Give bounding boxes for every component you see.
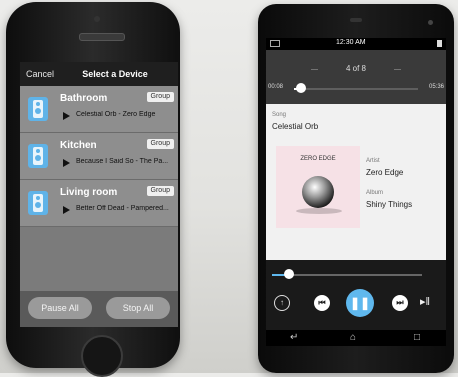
android-nav-bar: ↵ ⌂ □ [266, 330, 446, 346]
device-row-bathroom[interactable]: Bathroom Group Celestial Orb - Zero Edge [20, 86, 178, 133]
page-title: Select a Device [82, 69, 148, 79]
earpiece-speaker [350, 18, 362, 22]
device-name: Living room [60, 187, 118, 198]
album-name: Shiny Things [366, 200, 413, 209]
group-button[interactable]: Group [146, 186, 174, 196]
elapsed-time: 00:08 [268, 84, 284, 90]
notification-icon [270, 40, 280, 47]
album-label: Album [366, 190, 384, 196]
progress-bar[interactable] [294, 83, 418, 93]
battery-icon [437, 40, 442, 47]
volume-slider[interactable] [272, 269, 422, 279]
home-button[interactable] [81, 335, 123, 377]
device-row-living-room[interactable]: Living room Group Better Off Dead - Pamp… [20, 180, 178, 227]
artist-name: Zero Edge [366, 168, 404, 177]
front-camera [94, 16, 100, 22]
now-playing-track: Because I Said So - The Pa... [76, 158, 169, 165]
track-count: 4 of 8 [345, 64, 366, 73]
android-device: 12:30 AM — 4 of 8 — 00:08 05:36 Song Cel… [258, 4, 454, 373]
front-camera [428, 20, 433, 25]
play-icon [63, 159, 70, 167]
group-button[interactable]: Group [146, 139, 174, 149]
album-art: ZERO EDGE [276, 146, 360, 228]
device-row-kitchen[interactable]: Kitchen Group Because I Said So - The Pa… [20, 133, 178, 180]
bottom-toolbar: Pause All Stop All [20, 291, 178, 327]
player-controls: ↑ ⏮ ❚❚ ⏭ ▸‖ [266, 260, 446, 330]
next-button[interactable]: ⏭ [392, 295, 408, 311]
back-icon[interactable]: ↵ [290, 332, 298, 344]
previous-button[interactable]: ⏮ [314, 295, 330, 311]
now-playing-track: Better Off Dead - Pampered... [76, 205, 169, 212]
artist-label: Artist [366, 158, 380, 164]
status-time: 12:30 AM [336, 39, 366, 46]
earpiece-speaker [79, 33, 125, 41]
song-title: Celestial Orb [272, 122, 319, 131]
nav-bar: Cancel Select a Device [20, 62, 178, 86]
play-icon [63, 206, 70, 214]
speaker-icon [28, 191, 48, 215]
speaker-icon [28, 144, 48, 168]
total-time: 05:36 [428, 84, 444, 90]
pause-button[interactable]: ❚❚ [346, 289, 374, 317]
cancel-button[interactable]: Cancel [26, 69, 54, 79]
next-track-icon[interactable]: — [394, 66, 401, 73]
speaker-volume-icon[interactable]: ▸‖ [420, 295, 430, 308]
group-button[interactable]: Group [146, 92, 174, 102]
volume-handle[interactable] [283, 269, 294, 279]
share-icon[interactable]: ↑ [274, 295, 290, 311]
play-icon [63, 112, 70, 120]
select-device-screen: Cancel Select a Device Bathroom Group Ce… [20, 62, 178, 327]
recent-apps-icon[interactable]: □ [414, 332, 420, 344]
home-icon[interactable]: ⌂ [350, 332, 356, 344]
now-playing-track: Celestial Orb - Zero Edge [76, 111, 156, 118]
pause-all-button[interactable]: Pause All [28, 297, 92, 319]
album-art-text: ZERO EDGE [300, 156, 336, 162]
device-name: Bathroom [60, 93, 108, 104]
status-bar: 12:30 AM [266, 38, 446, 50]
progress-handle[interactable] [296, 83, 307, 93]
orb-shadow [296, 208, 342, 214]
speaker-icon [28, 97, 48, 121]
device-name: Kitchen [60, 140, 97, 151]
player-header: — 4 of 8 — 00:08 05:36 [266, 50, 446, 104]
orb-image [302, 176, 334, 208]
now-playing-screen: 12:30 AM — 4 of 8 — 00:08 05:36 Song Cel… [266, 38, 446, 346]
song-label: Song [272, 112, 287, 118]
stop-all-button[interactable]: Stop All [106, 297, 170, 319]
iphone-device: Cancel Select a Device Bathroom Group Ce… [6, 2, 180, 377]
